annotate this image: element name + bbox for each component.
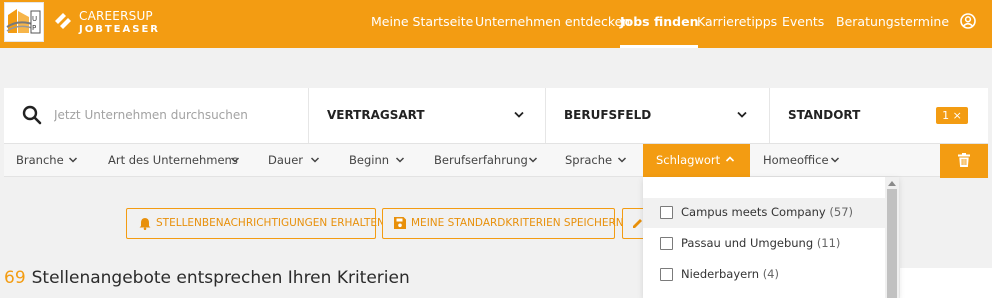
berufsfeld-label: BERUFSFELD [564, 108, 652, 122]
chevron-down-icon [68, 157, 78, 163]
vertragsart-label: VERTRAGSART [327, 108, 425, 122]
option-label: Campus meets Company (57) [681, 205, 853, 219]
nav-meine-startseite[interactable]: Meine Startseite [371, 0, 473, 48]
results-count: 69 [4, 268, 26, 288]
job-alert-label: STELLENBENACHRICHTIGUNGEN ERHALTEN [156, 217, 385, 229]
results-text: Stellenangebote entsprechen Ihren Kriter… [31, 268, 410, 288]
bell-icon [139, 218, 151, 230]
chevron-down-icon [830, 157, 840, 163]
filter-label: Beginn [349, 153, 390, 167]
results-heading: 69 Stellenangebote entsprechen Ihren Krit… [4, 268, 410, 288]
filter-label: Dauer [268, 153, 303, 167]
option-label: Passau und Umgebung (11) [681, 236, 840, 250]
save-icon [394, 217, 406, 229]
filter-homeoffice[interactable]: Homeoffice [751, 144, 847, 178]
user-account-icon[interactable] [960, 13, 976, 29]
search-icon[interactable] [22, 105, 42, 125]
filter-beginn[interactable]: Beginn [337, 144, 413, 178]
standort-label: STANDORT [788, 108, 861, 122]
chevron-down-icon [617, 157, 627, 163]
option-name: Passau und Umgebung [681, 236, 814, 250]
svg-text:P: P [32, 24, 36, 32]
nav-beratungstermine[interactable]: Beratungstermine [836, 0, 949, 48]
standort-count-badge[interactable]: 1 × [936, 107, 968, 124]
dropdown-scrollbar[interactable] [885, 177, 899, 298]
option-count: (4) [762, 267, 779, 281]
chevron-down-icon [737, 111, 747, 118]
scroll-up-arrow-icon[interactable] [888, 180, 896, 186]
university-logo[interactable]: U P [4, 2, 44, 42]
nav-karrieretipps[interactable]: Karrieretipps [697, 0, 777, 48]
chevron-down-icon [310, 157, 320, 163]
nav-jobs-finden[interactable]: Jobs finden [620, 0, 699, 48]
filter-label: Sprache [565, 153, 613, 167]
checkbox[interactable] [660, 268, 673, 281]
filter-label: Homeoffice [763, 153, 829, 167]
nav-events[interactable]: Events [782, 0, 824, 48]
careersup-logo-icon [55, 13, 71, 29]
filter-branche[interactable]: Branche [4, 144, 94, 178]
schlagwort-option[interactable]: Niederbayern (4) [643, 260, 885, 290]
clear-filters-button[interactable] [940, 144, 988, 178]
side-panel [900, 268, 992, 298]
chevron-up-icon [725, 156, 735, 162]
filter-label: Schlagwort [656, 153, 721, 167]
chevron-down-icon [528, 157, 538, 163]
nav-unternehmen-entdecken[interactable]: Unternehmen entdecken [475, 0, 630, 48]
schlagwort-dropdown-menu: Campus meets Company (57) Passau und Umg… [643, 177, 899, 298]
scrollbar-thumb[interactable] [887, 189, 897, 298]
filter-art-des-unternehmens[interactable]: Art des Unternehmens [96, 144, 246, 178]
save-criteria-label: MEINE STANDARDKRITERIEN SPEICHERN [411, 217, 624, 229]
filter-label: Art des Unternehmens [108, 153, 238, 167]
filter-bar: Branche Art des Unternehmens Dauer Begin… [4, 143, 988, 178]
company-search-input[interactable] [54, 105, 304, 125]
vertragsart-dropdown[interactable]: VERTRAGSART [309, 88, 545, 143]
filter-label: Branche [16, 153, 64, 167]
option-label: Niederbayern (4) [681, 267, 779, 281]
chevron-down-icon [230, 157, 240, 163]
chevron-down-icon [514, 111, 524, 118]
brand-name: CAREERSUP [79, 9, 153, 23]
filter-label: Berufserfahrung [434, 153, 528, 167]
checkbox[interactable] [660, 206, 673, 219]
job-search-bar: VERTRAGSART BERUFSFELD STANDORT 1 × [4, 88, 988, 143]
filter-schlagwort[interactable]: Schlagwort [643, 144, 750, 178]
svg-text:U: U [32, 15, 37, 23]
filter-dauer[interactable]: Dauer [256, 144, 330, 178]
schlagwort-option[interactable]: Passau und Umgebung (11) [643, 229, 885, 259]
option-count: (11) [816, 236, 841, 250]
berufsfeld-dropdown[interactable]: BERUFSFELD [546, 88, 769, 143]
chevron-down-icon [395, 157, 405, 163]
top-navigation-bar: U P CAREERSUP JOBTEASER Meine Startseite… [0, 0, 992, 48]
checkbox[interactable] [660, 237, 673, 250]
option-count: (57) [829, 205, 853, 219]
job-alert-button[interactable]: STELLENBENACHRICHTIGUNGEN ERHALTEN [126, 208, 385, 239]
option-name: Campus meets Company [681, 205, 826, 219]
filter-sprache[interactable]: Sprache [553, 144, 637, 178]
brand-subname: JOBTEASER [79, 24, 160, 35]
option-name: Niederbayern [681, 267, 760, 281]
save-criteria-button[interactable]: MEINE STANDARDKRITERIEN SPEICHERN [382, 208, 624, 239]
trash-icon [958, 153, 970, 167]
schlagwort-option[interactable]: Campus meets Company (57) [643, 198, 885, 228]
filter-berufserfahrung[interactable]: Berufserfahrung [422, 144, 546, 178]
